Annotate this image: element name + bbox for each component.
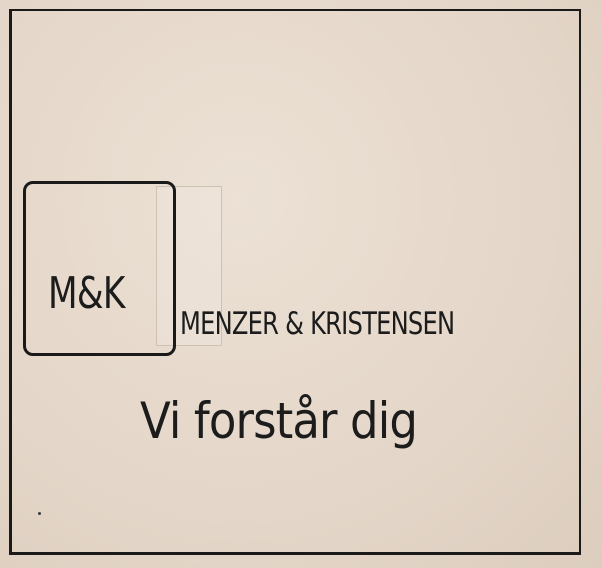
ink-dot: [38, 512, 41, 515]
tagline: Vi forstår dig: [140, 392, 418, 450]
company-name: MENZER & KRISTENSEN: [180, 306, 455, 342]
logo-text: M&K: [48, 268, 125, 319]
paper-sketch: M&K MENZER & KRISTENSEN Vi forstår dig: [0, 0, 602, 568]
